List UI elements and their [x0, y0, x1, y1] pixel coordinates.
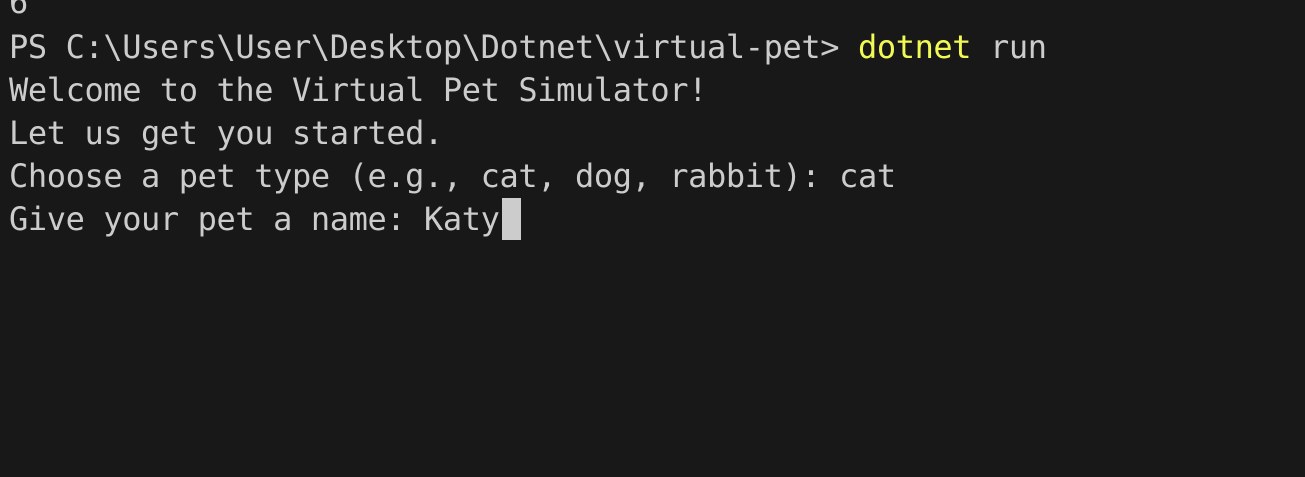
output-line-started: Let us get you started.	[9, 112, 443, 155]
previous-output-line: 6	[9, 0, 28, 24]
prompt-line: PS C:\Users\User\Desktop\Dotnet\virtual-…	[9, 26, 1047, 69]
text-cursor	[501, 198, 521, 240]
prompt-text: PS C:\Users\User\Desktop\Dotnet\virtual-…	[9, 28, 858, 66]
command-args: run	[971, 28, 1047, 66]
input-text: Give your pet a name: Katy	[9, 200, 500, 238]
output-text: Choose a pet type (e.g., cat, dog, rabbi…	[9, 157, 896, 195]
output-line-pet-type: Choose a pet type (e.g., cat, dog, rabbi…	[9, 155, 896, 198]
output-text: Let us get you started.	[9, 114, 443, 152]
terminal-window[interactable]: 6 PS C:\Users\User\Desktop\Dotnet\virtua…	[0, 0, 1305, 477]
previous-output-text: 6	[9, 0, 28, 21]
input-line-pet-name[interactable]: Give your pet a name: Katy	[9, 198, 521, 241]
command-name: dotnet	[857, 28, 972, 66]
output-line-welcome: Welcome to the Virtual Pet Simulator!	[9, 69, 707, 112]
output-text: Welcome to the Virtual Pet Simulator!	[9, 71, 708, 109]
